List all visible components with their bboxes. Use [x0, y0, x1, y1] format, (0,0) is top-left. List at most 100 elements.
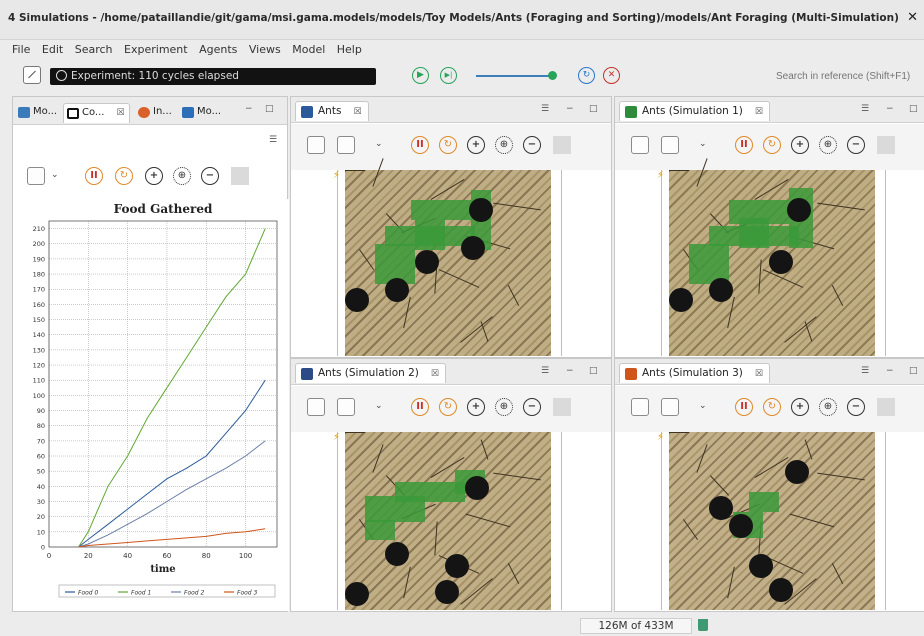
zoom-out-button[interactable]: − — [847, 398, 865, 416]
layout-icon[interactable] — [27, 167, 45, 185]
snapshot-button[interactable] — [231, 167, 249, 185]
minimize-icon[interactable]: − — [886, 366, 894, 376]
menu-experiment[interactable]: Experiment — [120, 40, 192, 56]
tab-models[interactable]: Mo... — [15, 103, 61, 123]
y-tick-label: 170 — [33, 286, 45, 294]
display-mode-icon[interactable] — [337, 398, 355, 416]
zoom-in-button[interactable]: + — [791, 398, 809, 416]
display-mode-icon[interactable] — [661, 136, 679, 154]
chevron-down-icon[interactable]: ⌄ — [699, 139, 707, 149]
sync-button[interactable]: ↻ — [763, 136, 781, 154]
tab-close-icon[interactable]: ☒ — [755, 369, 763, 379]
layout-icon[interactable] — [631, 136, 649, 154]
view-menu-icon[interactable]: ☰ — [541, 104, 549, 114]
minimize-icon[interactable]: − — [566, 366, 574, 376]
sync-button[interactable]: ↻ — [763, 398, 781, 416]
pause-button[interactable]: II — [735, 398, 753, 416]
layout-icon[interactable] — [307, 398, 325, 416]
garbage-collect-icon[interactable] — [698, 619, 708, 631]
terrain-crack — [345, 170, 365, 171]
tab-console[interactable]: Co... ☒ — [63, 103, 130, 123]
edit-document-icon[interactable] — [23, 66, 41, 84]
tab-close-icon[interactable]: ☒ — [353, 107, 361, 117]
zoom-out-button[interactable]: − — [847, 136, 865, 154]
pause-button[interactable]: II — [85, 167, 103, 185]
window-close-button[interactable]: ✕ — [907, 10, 918, 25]
speed-slider-track[interactable] — [476, 75, 552, 77]
menu-views[interactable]: Views — [245, 40, 285, 56]
menu-agents[interactable]: Agents — [195, 40, 241, 56]
zoom-in-button[interactable]: + — [145, 167, 163, 185]
tab-close-icon[interactable]: ☒ — [431, 369, 439, 379]
minimize-icon[interactable]: − — [245, 104, 253, 114]
chevron-down-icon[interactable]: ⌄ — [51, 170, 59, 180]
tab-close-icon[interactable]: ☒ — [116, 108, 124, 118]
layout-icon[interactable] — [307, 136, 325, 154]
pause-button[interactable]: II — [411, 398, 429, 416]
layout-icon[interactable] — [631, 398, 649, 416]
snapshot-button[interactable] — [553, 398, 571, 416]
simulation-display[interactable]: ⚡ — [615, 432, 924, 610]
display-mode-icon[interactable] — [337, 136, 355, 154]
zoom-out-button[interactable]: − — [523, 398, 541, 416]
minimize-icon[interactable]: − — [886, 104, 894, 114]
zoom-out-button[interactable]: − — [201, 167, 219, 185]
step-button[interactable]: ▶| — [440, 67, 457, 84]
simulation-display[interactable]: ⚡ — [291, 158, 611, 356]
zoom-out-button[interactable]: − — [523, 136, 541, 154]
tab-monitor[interactable]: Mo... — [179, 103, 225, 123]
zoom-fit-button[interactable]: ⊕ — [495, 398, 513, 416]
maximize-icon[interactable]: □ — [909, 366, 918, 376]
view-tab[interactable]: Ants (Simulation 2) ☒ — [295, 363, 446, 383]
terrain-crack — [831, 285, 844, 306]
terrain-crack — [403, 566, 411, 599]
menu-model[interactable]: Model — [288, 40, 329, 56]
zoom-in-button[interactable]: + — [791, 136, 809, 154]
snapshot-button[interactable] — [553, 136, 571, 154]
maximize-icon[interactable]: □ — [909, 104, 918, 114]
speed-slider-handle[interactable] — [548, 71, 557, 80]
menu-edit[interactable]: Edit — [38, 40, 67, 56]
terrain-crack — [480, 439, 489, 460]
sync-button[interactable]: ↻ — [439, 136, 457, 154]
run-button[interactable]: ▶ — [412, 67, 429, 84]
sync-button[interactable]: ↻ — [115, 167, 133, 185]
view-menu-icon[interactable]: ☰ — [861, 104, 869, 114]
view-tab[interactable]: Ants (Simulation 3) ☒ — [619, 363, 770, 383]
terrain-crack — [709, 475, 730, 496]
simulation-display[interactable]: ⚡ — [291, 432, 611, 610]
view-menu-icon[interactable]: ☰ — [861, 366, 869, 376]
menu-help[interactable]: Help — [333, 40, 366, 56]
zoom-in-button[interactable]: + — [467, 136, 485, 154]
view-tab[interactable]: Ants (Simulation 1) ☒ — [619, 101, 770, 121]
chevron-down-icon[interactable]: ⌄ — [375, 139, 383, 149]
tab-close-icon[interactable]: ☒ — [755, 107, 763, 117]
zoom-in-button[interactable]: + — [467, 398, 485, 416]
maximize-icon[interactable]: □ — [589, 366, 598, 376]
menu-search[interactable]: Search — [71, 40, 117, 56]
view-menu-icon[interactable]: ☰ — [541, 366, 549, 376]
menu-file[interactable]: File — [8, 40, 34, 56]
sync-button[interactable]: ↻ — [439, 398, 457, 416]
tab-inspector[interactable]: In... — [135, 103, 176, 123]
zoom-fit-button[interactable]: ⊕ — [495, 136, 513, 154]
maximize-icon[interactable]: □ — [265, 104, 274, 114]
zoom-fit-button[interactable]: ⊕ — [819, 136, 837, 154]
reload-button[interactable]: ↻ — [578, 67, 595, 84]
zoom-fit-button[interactable]: ⊕ — [819, 398, 837, 416]
display-mode-icon[interactable] — [661, 398, 679, 416]
snapshot-button[interactable] — [877, 136, 895, 154]
pause-button[interactable]: II — [735, 136, 753, 154]
chevron-down-icon[interactable]: ⌄ — [375, 401, 383, 411]
view-menu-icon[interactable]: ☰ — [269, 135, 277, 145]
pause-button[interactable]: II — [411, 136, 429, 154]
view-tab[interactable]: Ants ☒ — [295, 101, 369, 121]
maximize-icon[interactable]: □ — [589, 104, 598, 114]
simulation-display[interactable]: ⚡ — [615, 158, 924, 356]
reference-search-input[interactable] — [760, 66, 924, 86]
minimize-icon[interactable]: − — [566, 104, 574, 114]
snapshot-button[interactable] — [877, 398, 895, 416]
stop-button[interactable]: ✕ — [603, 67, 620, 84]
zoom-fit-button[interactable]: ⊕ — [173, 167, 191, 185]
chevron-down-icon[interactable]: ⌄ — [699, 401, 707, 411]
